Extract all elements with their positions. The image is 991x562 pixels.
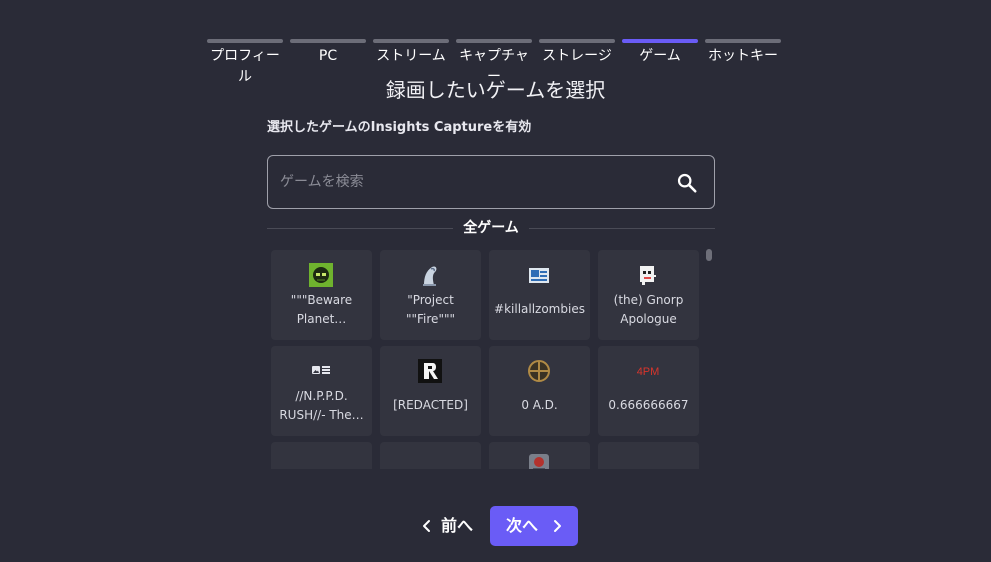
step-hotkey[interactable]: ホットキー [705,39,781,67]
robot-icon [529,454,549,469]
step-bar [456,39,532,43]
step-bar [373,39,449,43]
gnorp-icon [640,266,656,285]
game-name: 0 A.D. [521,398,558,412]
next-button-label: 次へ [506,516,539,535]
page-subtitle: 選択したゲームのInsights Captureを有効 [267,120,532,135]
game-name: //N.P.P.D. RUSH//- The… [279,389,364,422]
section-label: 全ゲーム [463,220,519,236]
step-game[interactable]: ゲーム [622,39,698,67]
game-name: (the) Gnorp Apologue [613,293,684,326]
game-card[interactable]: #killallzombies [489,250,590,340]
zero-ad-icon [528,360,550,382]
killallzombies-icon [529,268,549,283]
step-stream[interactable]: ストリーム [373,39,449,67]
search-icon[interactable] [676,172,698,194]
game-name: [REDACTED] [393,398,468,412]
game-card[interactable]: 4PM 0.666666667 [598,346,699,436]
game-card[interactable]: (the) Gnorp Apologue [598,250,699,340]
project-fire-icon [423,266,437,286]
game-card[interactable]: [REDACTED] [380,346,481,436]
step-label: ゲーム [639,48,681,64]
game-search-box [267,155,715,209]
step-bar [290,39,366,43]
step-bar [207,39,283,43]
game-card[interactable]: """Beware Planet… [271,250,372,340]
game-card[interactable] [271,442,372,469]
beware-planet-icon [309,263,333,287]
step-label: ストレージ [542,48,612,64]
redacted-icon [418,359,442,383]
step-bar [705,39,781,43]
next-button[interactable]: 次へ [490,506,578,546]
placeholder-image-icon [312,366,330,374]
section-divider: 全ゲーム [267,218,715,238]
game-card[interactable] [380,442,481,469]
icon-text: 4PM [637,366,660,378]
game-name: #killallzombies [494,302,585,316]
step-label: ホットキー [708,48,778,64]
setup-stepper: プロフィール PC ストリーム キャプチャー ストレージ ゲーム ホットキー [207,39,783,85]
black-square-icon [309,455,333,469]
page-title: 録画したいゲームを選択 [385,78,606,102]
game-card[interactable]: 0 A.D. [489,346,590,436]
step-bar [539,39,615,43]
step-label: PC [318,48,338,64]
placeholder-image-icon [636,455,660,469]
4pm-icon: 4PM [637,366,660,378]
game-grid: """Beware Planet… "Project ""Fire""" #ki… [267,247,715,469]
search-input[interactable] [280,170,660,194]
grid-scrollbar[interactable] [706,249,712,261]
game-card[interactable]: //N.P.P.D. RUSH//- The… [271,346,372,436]
game-name: """Beware Planet… [290,293,353,326]
step-bar [622,39,698,43]
step-label: ストリーム [376,48,446,64]
game-name: "Project ""Fire""" [405,293,455,326]
step-pc[interactable]: PC [290,39,366,67]
chevron-right-icon [554,520,561,532]
prev-button-label: 前へ [441,516,474,535]
chevron-left-icon [423,520,430,532]
game-card[interactable] [598,442,699,469]
red-circle-icon [418,455,442,469]
game-name: 0.666666667 [608,398,689,412]
prev-button[interactable]: 前へ [408,506,484,546]
game-card[interactable] [489,442,590,469]
game-card[interactable]: "Project ""Fire""" [380,250,481,340]
step-storage[interactable]: ストレージ [539,39,615,67]
